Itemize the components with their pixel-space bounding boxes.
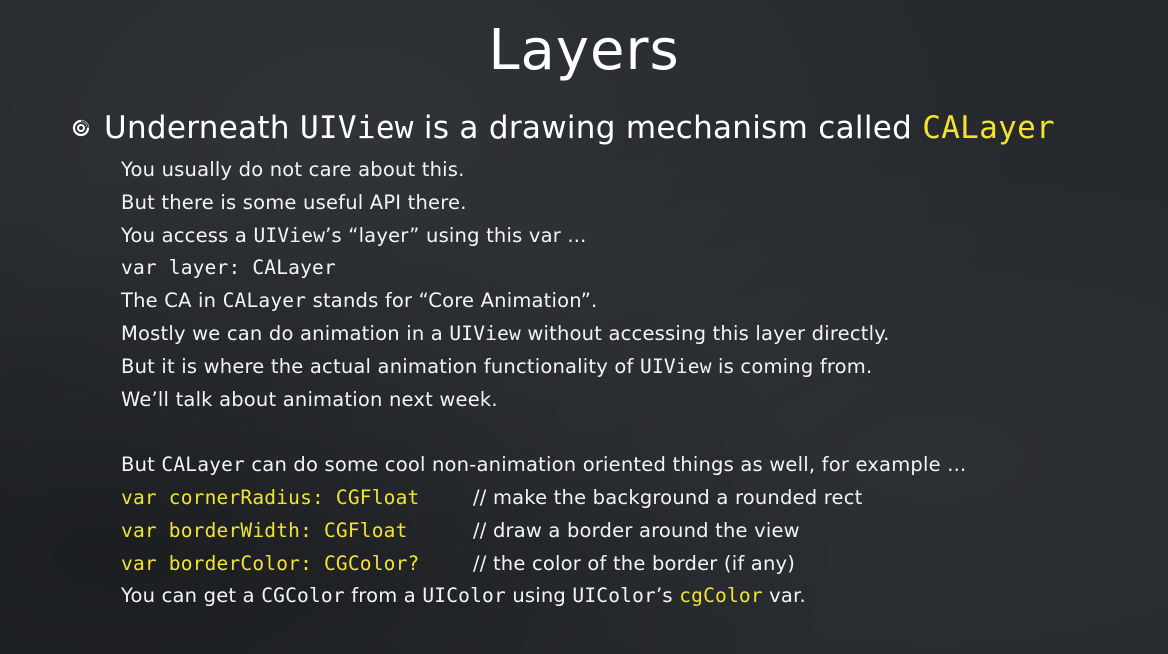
line-6: Mostly we can do animation in a UIView w…: [121, 318, 1141, 351]
line-13-code-uicolor-2: UIColor: [572, 584, 657, 608]
line-9-text-b: can do some cool non-animation oriented …: [244, 453, 967, 477]
line-5: The CA in CALayer stands for “Core Anima…: [121, 285, 1141, 318]
line-7-text-b: is coming from.: [711, 354, 873, 378]
line-3-text-b: ’s “layer” using this var ...: [325, 223, 587, 247]
line-10-code: var cornerRadius: CGFloat: [121, 485, 420, 509]
bullet-code-uiview: UIView: [299, 110, 414, 146]
line-1: You usually do not care about this.: [121, 158, 465, 181]
line-5-text-a: The CA in: [121, 289, 223, 313]
line-9-code: CALayer: [161, 453, 245, 477]
line-13-code-uicolor: UIColor: [422, 584, 506, 608]
line-4-code: var layer: CALayer: [121, 256, 336, 280]
slide-title: Layers: [488, 18, 680, 83]
line-3-code: UIView: [253, 223, 326, 247]
line-7-text-a: But it is where the actual animation fun…: [121, 354, 640, 378]
line-11-code: var borderWidth: CGFloat: [121, 518, 408, 542]
slide: Layers Underneath UIView is a drawing me…: [0, 0, 1168, 654]
line-9: But CALayer can do some cool non-animati…: [121, 449, 1141, 482]
line-11-comment: // draw a border around the view: [473, 518, 800, 542]
line-13-text-d: ’s: [656, 584, 680, 608]
line-3-text-a: You access a: [121, 223, 254, 247]
line-10: var cornerRadius: CGFloat // make the bac…: [121, 482, 1141, 515]
line-13-text-e: var.: [762, 584, 806, 608]
line-12-comment: // the color of the border (if any): [473, 551, 796, 575]
line-13-code-cgcolor: CGColor: [261, 584, 345, 608]
line-13-text-a: You can get a: [121, 584, 262, 608]
line-5-code: CALayer: [222, 289, 307, 313]
line-8: We’ll talk about animation next week.: [121, 387, 498, 411]
line-13-text-b: from a: [344, 584, 423, 608]
line-7-code: UIView: [640, 354, 712, 378]
line-3: You access a UIView’s “layer” using this…: [121, 220, 1141, 253]
line-7: But it is where the actual animation fun…: [121, 351, 1141, 384]
main-bullet: Underneath UIView is a drawing mechanism…: [72, 110, 1055, 146]
line-12: var borderColor: CGColor? // the color of…: [121, 548, 1141, 581]
line-10-comment: // make the background a rounded rect: [473, 485, 863, 509]
bullet-text-middle: is a drawing mechanism called: [413, 110, 923, 146]
spiral-bullet-icon: [72, 119, 90, 137]
line-6-code: UIView: [449, 321, 521, 345]
bullet-text-prefix: Underneath: [104, 110, 300, 146]
line-13-code-cgcolor-var: cgColor: [679, 584, 763, 608]
bullet-code-calayer: CALayer: [922, 110, 1055, 146]
line-13-text-c: using: [505, 584, 573, 608]
line-6-text-b: without accessing this layer directly.: [520, 321, 890, 345]
line-13: You can get a CGColor from a UIColor usi…: [121, 580, 1141, 613]
line-2: But there is some useful API there.: [121, 190, 467, 214]
line-12-code: var borderColor: CGColor?: [121, 551, 420, 575]
line-5-text-b: stands for “Core Animation”.: [306, 289, 598, 313]
line-9-text-a: But: [121, 453, 162, 477]
line-11: var borderWidth: CGFloat // draw a border…: [121, 515, 1141, 548]
bullet-heading: Underneath UIView is a drawing mechanism…: [104, 110, 1055, 146]
line-6-text-a: Mostly we can do animation in a: [121, 321, 450, 345]
sub-points: You usually do not care about this. But …: [121, 154, 1141, 613]
